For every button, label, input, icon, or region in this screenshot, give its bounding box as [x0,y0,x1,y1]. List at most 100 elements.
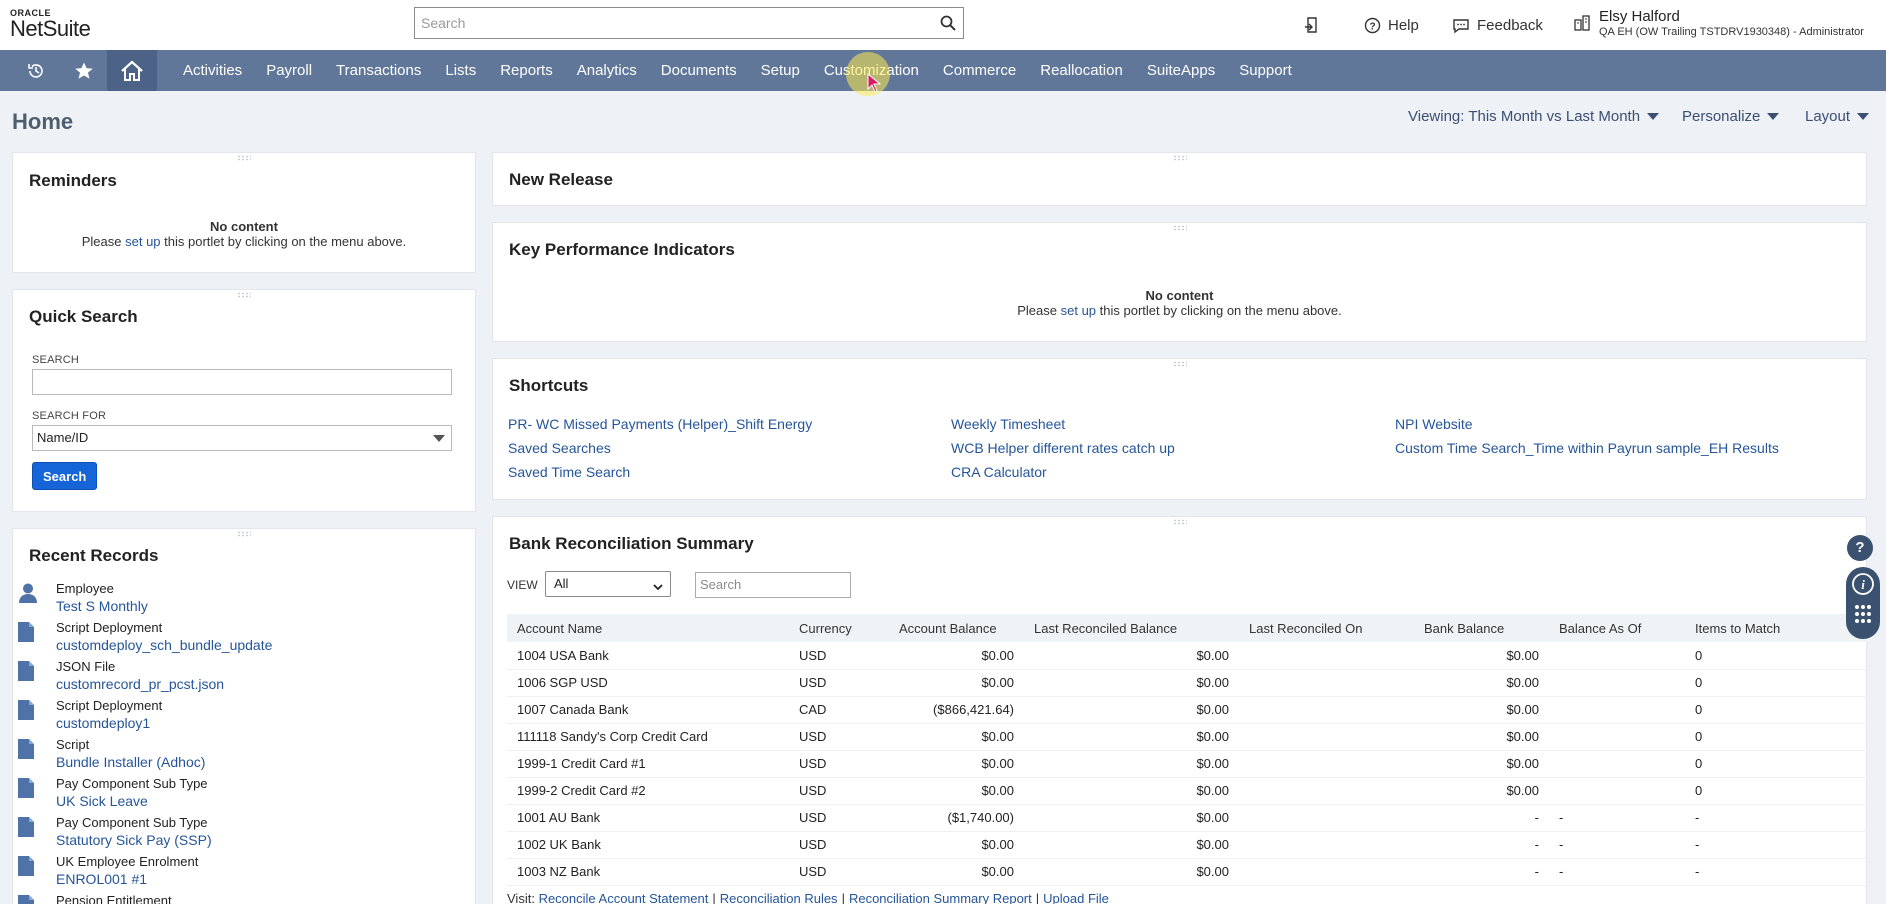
nav-support[interactable]: Support [1227,50,1304,91]
shortcut-link[interactable]: Saved Searches [508,440,611,456]
bank-rec-search-box[interactable] [695,572,851,598]
list-item: Pay Component Sub Type Statutory Sick Pa… [16,814,272,853]
nav-activities[interactable]: Activities [157,50,254,91]
view-select[interactable]: All [545,571,671,597]
col-account-name[interactable]: Account Name [507,614,789,642]
col-account-balance[interactable]: Account Balance [889,614,1024,642]
items-to-match-link[interactable]: 0 [1685,696,1876,724]
layout-dropdown[interactable]: Layout [1805,104,1870,128]
reconciliation-rules-link[interactable]: Reconciliation Rules [720,891,838,904]
account-name-link[interactable]: 1007 Canada Bank [507,696,789,724]
user-role: QA EH (OW Trailing TSTDRV1930348) - Admi… [1599,26,1864,38]
home-icon[interactable] [107,50,157,91]
col-last-reconciled-on[interactable]: Last Reconciled On [1239,614,1414,642]
clipboard-arrow-icon [1303,16,1321,34]
record-link[interactable]: customdeploy_sch_bundle_update [56,636,272,654]
search-icon[interactable] [940,15,956,34]
items-to-match-link[interactable]: 0 [1685,750,1876,778]
quick-search-button[interactable]: Search [32,462,98,490]
shortcut-link[interactable]: Weekly Timesheet [951,416,1065,432]
drag-handle-icon[interactable] [1172,155,1187,161]
record-type: Script Deployment [56,698,163,713]
help-bubble-icon[interactable]: ? [1847,535,1873,561]
bank-balance-cell: $0.00 [1414,750,1549,778]
list-item: Script Bundle Installer (Adhoc) [16,736,272,775]
drag-handle-icon[interactable] [1172,519,1187,525]
record-link[interactable]: Test S Monthly [56,597,272,615]
user-menu[interactable]: Elsy Halford QA EH (OW Trailing TSTDRV19… [1573,8,1864,39]
record-link[interactable]: UK Sick Leave [56,792,272,810]
recent-activity-button[interactable] [1303,0,1328,50]
col-currency[interactable]: Currency [789,614,889,642]
nav-payroll[interactable]: Payroll [254,50,324,91]
shortcut-link[interactable]: Saved Time Search [508,464,630,480]
feedback-button[interactable]: Feedback [1452,0,1543,50]
nav-reports[interactable]: Reports [488,50,565,91]
nav-reallocation[interactable]: Reallocation [1028,50,1135,91]
personalize-dropdown[interactable]: Personalize [1682,104,1780,128]
reconciliation-summary-report-link[interactable]: Reconciliation Summary Report [849,891,1032,904]
record-link[interactable]: customdeploy1 [56,714,272,732]
account-name-link[interactable]: 1004 USA Bank [507,642,789,670]
nav-documents[interactable]: Documents [649,50,749,91]
nav-analytics[interactable]: Analytics [565,50,649,91]
quick-search-input[interactable] [32,369,452,395]
separator: | [1035,891,1040,904]
drag-handle-icon[interactable] [1172,225,1187,231]
bank-rec-search-input[interactable] [700,573,848,596]
chevron-down-icon [1647,112,1660,120]
col-bank-balance[interactable]: Bank Balance [1414,614,1549,642]
no-content-label: No content [1145,288,1214,303]
last-reconciled-balance-cell: $0.00 [1024,831,1239,859]
account-name-link[interactable]: 1999-2 Credit Card #2 [507,777,789,805]
nav-commerce[interactable]: Commerce [931,50,1028,91]
document-icon [17,855,35,880]
currency-cell: USD [789,642,889,670]
account-name-link[interactable]: 111118 Sandy's Corp Credit Card [507,723,789,751]
shortcut-link[interactable]: Custom Time Search_Time within Payrun sa… [1395,440,1779,456]
set-up-link[interactable]: set up [1061,303,1096,318]
nav-lists[interactable]: Lists [433,50,488,91]
global-search-box[interactable] [414,7,964,39]
items-to-match-link[interactable]: 0 [1685,777,1876,805]
drag-handle-icon[interactable] [237,292,251,298]
shortcut-link[interactable]: PR- WC Missed Payments (Helper)_Shift En… [508,416,812,432]
account-name-link[interactable]: 1006 SGP USD [507,669,789,697]
reconcile-account-statement-link[interactable]: Reconcile Account Statement [539,891,709,904]
nav-suiteapps[interactable]: SuiteApps [1135,50,1227,91]
shortcut-link[interactable]: NPI Website [1395,416,1473,432]
info-panel-widget[interactable]: i [1846,567,1880,639]
upload-file-link[interactable]: Upload File [1043,891,1109,904]
drag-handle-icon[interactable] [237,155,251,161]
set-up-link[interactable]: set up [125,234,160,249]
shortcuts-portlet: Shortcuts PR- WC Missed Payments (Helper… [492,358,1867,500]
account-name-link[interactable]: 1003 NZ Bank [507,858,789,886]
shortcut-link[interactable]: WCB Helper different rates catch up [951,440,1175,456]
nav-setup[interactable]: Setup [749,50,812,91]
global-search-input[interactable] [415,8,915,38]
items-to-match-link[interactable]: 0 [1685,669,1876,697]
drag-handle-icon[interactable] [237,531,251,537]
viewing-dropdown[interactable]: Viewing: This Month vs Last Month [1408,104,1660,128]
favorites-star-icon[interactable] [65,50,103,91]
record-link[interactable]: Bundle Installer (Adhoc) [56,753,272,771]
record-link[interactable]: customrecord_pr_pcst.json [56,675,272,693]
col-last-reconciled-balance[interactable]: Last Reconciled Balance [1024,614,1239,642]
info-dots-icon: i [1852,573,1874,623]
col-balance-as-of[interactable]: Balance As Of [1549,614,1685,642]
recent-records-icon[interactable] [17,50,55,91]
items-to-match-link[interactable]: 0 [1685,642,1876,670]
nav-transactions[interactable]: Transactions [324,50,433,91]
drag-handle-icon[interactable] [1172,361,1187,367]
account-name-link[interactable]: 1002 UK Bank [507,831,789,859]
items-to-match-link[interactable]: 0 [1685,723,1876,751]
page-title: Home [12,109,74,134]
search-for-select[interactable]: Name/ID [32,425,452,451]
shortcut-link[interactable]: CRA Calculator [951,464,1047,480]
netsuite-logo[interactable]: ORACLE NetSuite [10,8,91,40]
account-name-link[interactable]: 1999-1 Credit Card #1 [507,750,789,778]
account-name-link[interactable]: 1001 AU Bank [507,804,789,832]
record-link[interactable]: ENROL001 #1 [56,870,272,888]
help-button[interactable]: ? Help [1364,0,1419,50]
record-link[interactable]: Statutory Sick Pay (SSP) [56,831,272,849]
